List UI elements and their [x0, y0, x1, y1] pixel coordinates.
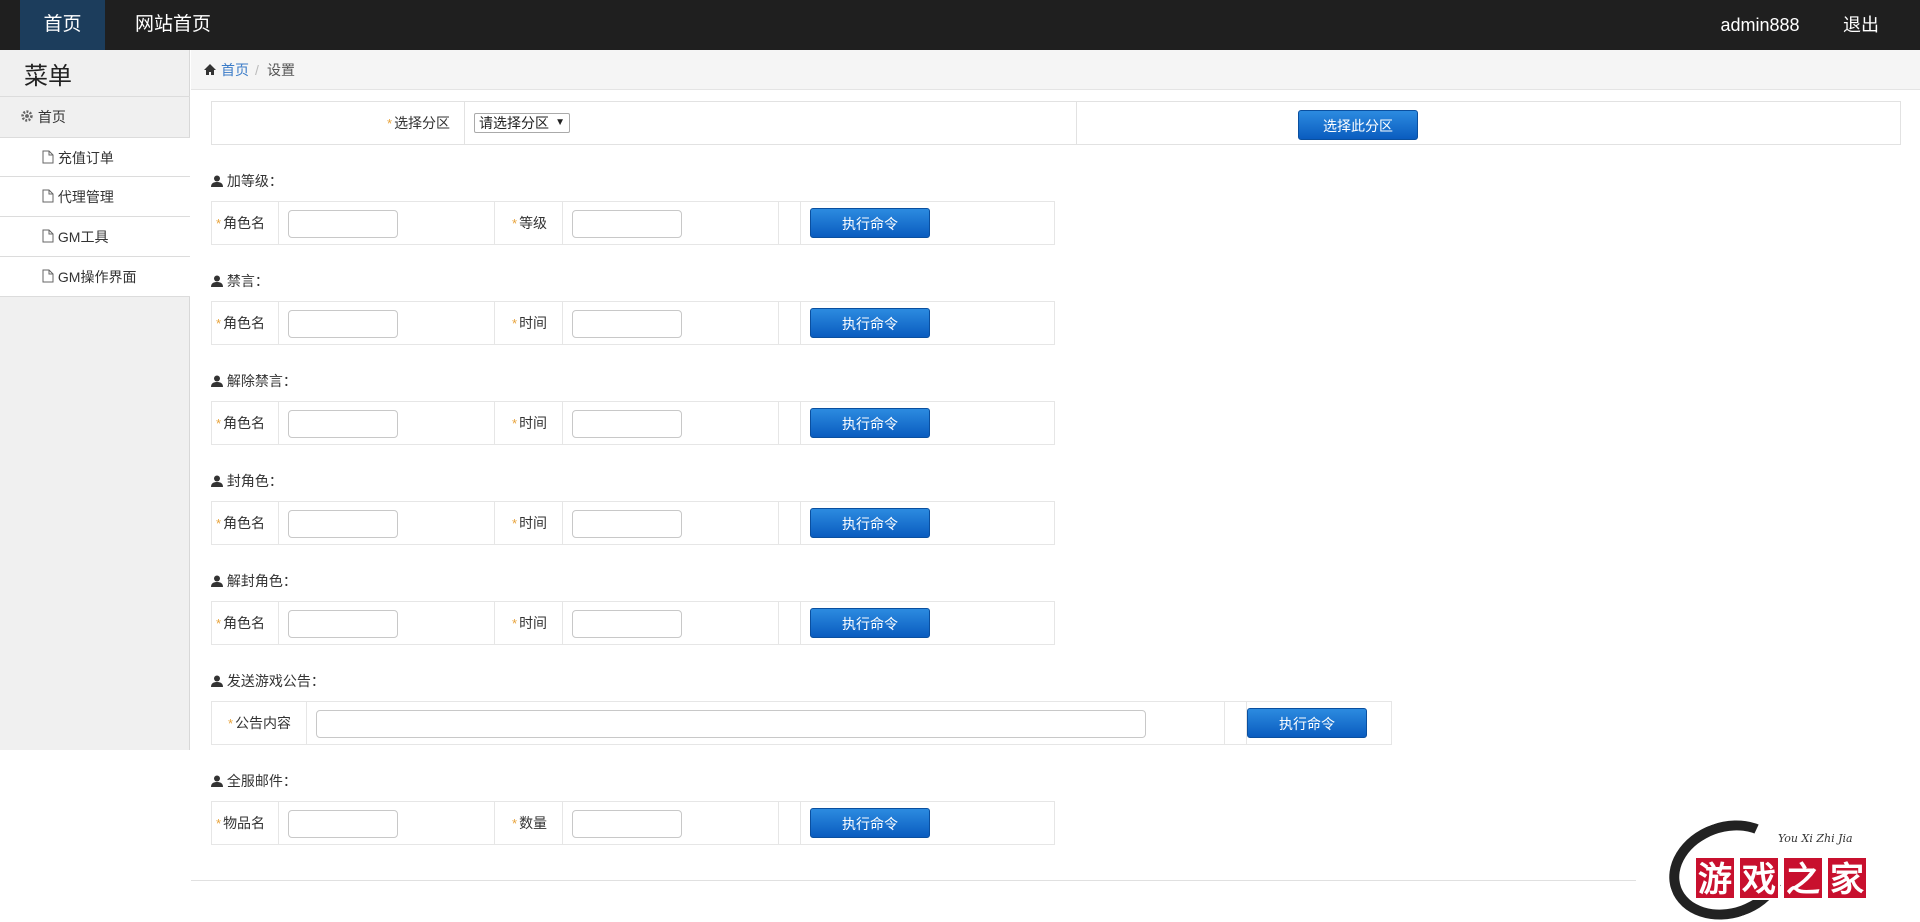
- field-label: 时间: [519, 515, 548, 531]
- time-input[interactable]: [572, 310, 682, 338]
- field-label: 时间: [519, 615, 548, 631]
- execute-button[interactable]: 执行命令: [810, 308, 930, 338]
- logo-subtitle: You Xi Zhi Jia: [1778, 832, 1853, 845]
- nav-site-home-link[interactable]: 网站首页: [122, 0, 224, 50]
- role-name-input[interactable]: [288, 310, 398, 338]
- file-icon: [42, 139, 54, 179]
- field-label: 物品名: [223, 815, 266, 831]
- site-logo: You Xi Zhi Jia 游 戏 之 家: [1655, 804, 1900, 922]
- logout-link[interactable]: 退出: [1835, 0, 1887, 50]
- breadcrumb-separator: /: [255, 62, 259, 78]
- partition-label: * 选择分区: [387, 115, 451, 131]
- sidebar-item-recharge-orders[interactable]: 充值订单: [0, 137, 190, 177]
- execute-button[interactable]: 执行命令: [1247, 708, 1367, 738]
- file-icon: [42, 218, 54, 258]
- user-icon: [211, 372, 223, 392]
- quantity-input[interactable]: [572, 810, 682, 838]
- breadcrumb-home-link[interactable]: 首页: [221, 50, 249, 90]
- partition-row: * 选择分区 请选择分区 ▼ 选择此分区: [211, 101, 1901, 145]
- field-label: 角色名: [223, 215, 266, 231]
- user-icon: [211, 672, 223, 692]
- execute-button[interactable]: 执行命令: [810, 608, 930, 638]
- section-title: 禁言：: [211, 271, 269, 291]
- field-label: 时间: [519, 415, 548, 431]
- breadcrumb-current: 设置: [267, 62, 295, 78]
- server-mail-row: * 物品名 * 数量 执行命令: [211, 801, 1055, 845]
- user-icon: [211, 472, 223, 492]
- sidebar: 菜单 首页 充值订单 代理管理 GM工具 GM操作界面: [0, 50, 190, 750]
- field-label: 角色名: [223, 615, 266, 631]
- item-name-input[interactable]: [288, 810, 398, 838]
- home-icon: [203, 50, 217, 90]
- gear-icon: [20, 98, 34, 138]
- footer-divider: [191, 880, 1636, 881]
- sidebar-item-label: 代理管理: [57, 189, 114, 205]
- mute-row: * 角色名 * 时间 执行命令: [211, 301, 1055, 345]
- sidebar-item-label: GM工具: [57, 229, 109, 245]
- unmute-row: * 角色名 * 时间 执行命令: [211, 401, 1055, 445]
- top-navbar: 首页 网站首页 admin888 退出: [0, 0, 1920, 50]
- partition-select[interactable]: 请选择分区 ▼: [474, 113, 570, 133]
- dropdown-arrow-icon: ▼: [555, 117, 565, 128]
- sidebar-group-home[interactable]: 首页: [0, 97, 190, 137]
- execute-button[interactable]: 执行命令: [810, 408, 930, 438]
- user-icon: [211, 272, 223, 292]
- section-title: 加等级：: [211, 171, 283, 191]
- sidebar-item-agent-management[interactable]: 代理管理: [0, 177, 190, 217]
- ban-role-row: * 角色名 * 时间 执行命令: [211, 501, 1055, 545]
- field-label: 角色名: [223, 315, 266, 331]
- level-input[interactable]: [572, 210, 682, 238]
- file-icon: [42, 178, 54, 218]
- add-level-row: * 角色名 * 等级 执行命令: [211, 201, 1055, 245]
- field-label: 角色名: [223, 515, 266, 531]
- sidebar-item-label: 充值订单: [57, 150, 114, 166]
- execute-button[interactable]: 执行命令: [810, 208, 930, 238]
- section-title: 发送游戏公告：: [211, 671, 325, 691]
- section-title: 解除禁言：: [211, 371, 297, 391]
- announcement-content-input[interactable]: [316, 710, 1146, 738]
- announcement-row: * 公告内容 执行命令: [211, 701, 1392, 745]
- time-input[interactable]: [572, 610, 682, 638]
- nav-home-link[interactable]: 首页: [20, 0, 105, 50]
- user-icon: [211, 172, 223, 192]
- time-input[interactable]: [572, 410, 682, 438]
- role-name-input[interactable]: [288, 210, 398, 238]
- field-label: 角色名: [223, 415, 266, 431]
- sidebar-title: 菜单: [24, 63, 72, 90]
- field-label: 公告内容: [235, 715, 292, 731]
- sidebar-item-gm-tools[interactable]: GM工具: [0, 217, 190, 257]
- time-input[interactable]: [572, 510, 682, 538]
- user-icon: [211, 572, 223, 592]
- field-label: 数量: [519, 815, 548, 831]
- execute-button[interactable]: 执行命令: [810, 508, 930, 538]
- role-name-input[interactable]: [288, 410, 398, 438]
- sidebar-item-gm-console[interactable]: GM操作界面: [0, 257, 190, 297]
- breadcrumb: 首页 / 设置: [191, 50, 1920, 90]
- section-title: 解封角色：: [211, 571, 297, 591]
- user-name-link[interactable]: admin888: [1700, 0, 1820, 50]
- role-name-input[interactable]: [288, 610, 398, 638]
- sidebar-group-label: 首页: [37, 109, 66, 125]
- field-label: 时间: [519, 315, 548, 331]
- user-icon: [211, 772, 223, 792]
- required-star: *: [387, 116, 393, 131]
- field-label: 等级: [519, 215, 548, 231]
- file-icon: [42, 258, 54, 298]
- section-title: 封角色：: [211, 471, 283, 491]
- logo-text: 游 戏 之 家: [1694, 856, 1868, 900]
- choose-partition-button[interactable]: 选择此分区: [1298, 110, 1418, 140]
- sidebar-item-label: GM操作界面: [57, 269, 137, 285]
- role-name-input[interactable]: [288, 510, 398, 538]
- execute-button[interactable]: 执行命令: [810, 808, 930, 838]
- section-title: 全服邮件：: [211, 771, 297, 791]
- unban-role-row: * 角色名 * 时间 执行命令: [211, 601, 1055, 645]
